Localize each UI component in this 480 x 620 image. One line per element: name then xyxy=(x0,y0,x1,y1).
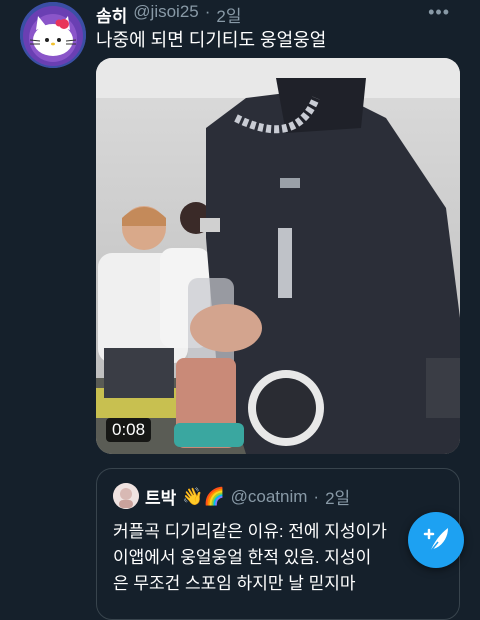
tweet-time[interactable]: 2일 xyxy=(216,2,241,27)
quote-text: 커플곡 디기리같은 이유: 전에 지성이가 이앱에서 웅얼웅얼 한적 있음. 지… xyxy=(113,519,453,597)
quote-separator-dot: · xyxy=(313,486,320,506)
quote-time[interactable]: 2일 xyxy=(325,484,350,509)
tweet-header: 솜히 @jisoi25 · 2일 xyxy=(96,2,242,27)
quote-text-line: 커플곡 디기리같은 이유: 전에 지성이가 xyxy=(113,522,387,541)
video-thumbnail xyxy=(96,58,460,454)
quoted-tweet[interactable]: 트박 👋🌈 @coatnim · 2일 커플곡 디기리같은 이유: 전에 지성이… xyxy=(96,468,460,620)
quote-emojis: 👋🌈 xyxy=(182,486,225,506)
tweet-text: 나중에 되면 디기티도 웅얼웅얼 xyxy=(96,30,327,50)
hello-kitty-avatar xyxy=(20,2,86,68)
quote-avatar[interactable] xyxy=(113,483,139,509)
quote-text-line: 은 무조건 스포임 하지만 날 믿지마 xyxy=(113,574,356,593)
user-handle[interactable]: @jisoi25 xyxy=(133,2,198,27)
avatar[interactable] xyxy=(20,2,86,68)
display-name[interactable]: 솜히 xyxy=(96,2,127,27)
quote-header: 트박 👋🌈 @coatnim · 2일 xyxy=(145,484,350,509)
quote-handle[interactable]: @coatnim xyxy=(231,487,308,507)
compose-tweet-icon xyxy=(423,528,448,553)
video-duration: 0:08 xyxy=(106,418,152,442)
separator-dot: · xyxy=(204,2,211,21)
video-player[interactable]: 0:08 xyxy=(96,58,460,454)
quote-avatar-image xyxy=(113,483,139,509)
more-dots-icon[interactable]: ••• xyxy=(428,2,450,23)
quote-text-line: 이앱에서 웅얼웅얼 한적 있음. 지성이 xyxy=(113,548,372,567)
quote-display-name[interactable]: 트박 xyxy=(145,484,176,509)
compose-tweet-button[interactable] xyxy=(408,512,464,568)
